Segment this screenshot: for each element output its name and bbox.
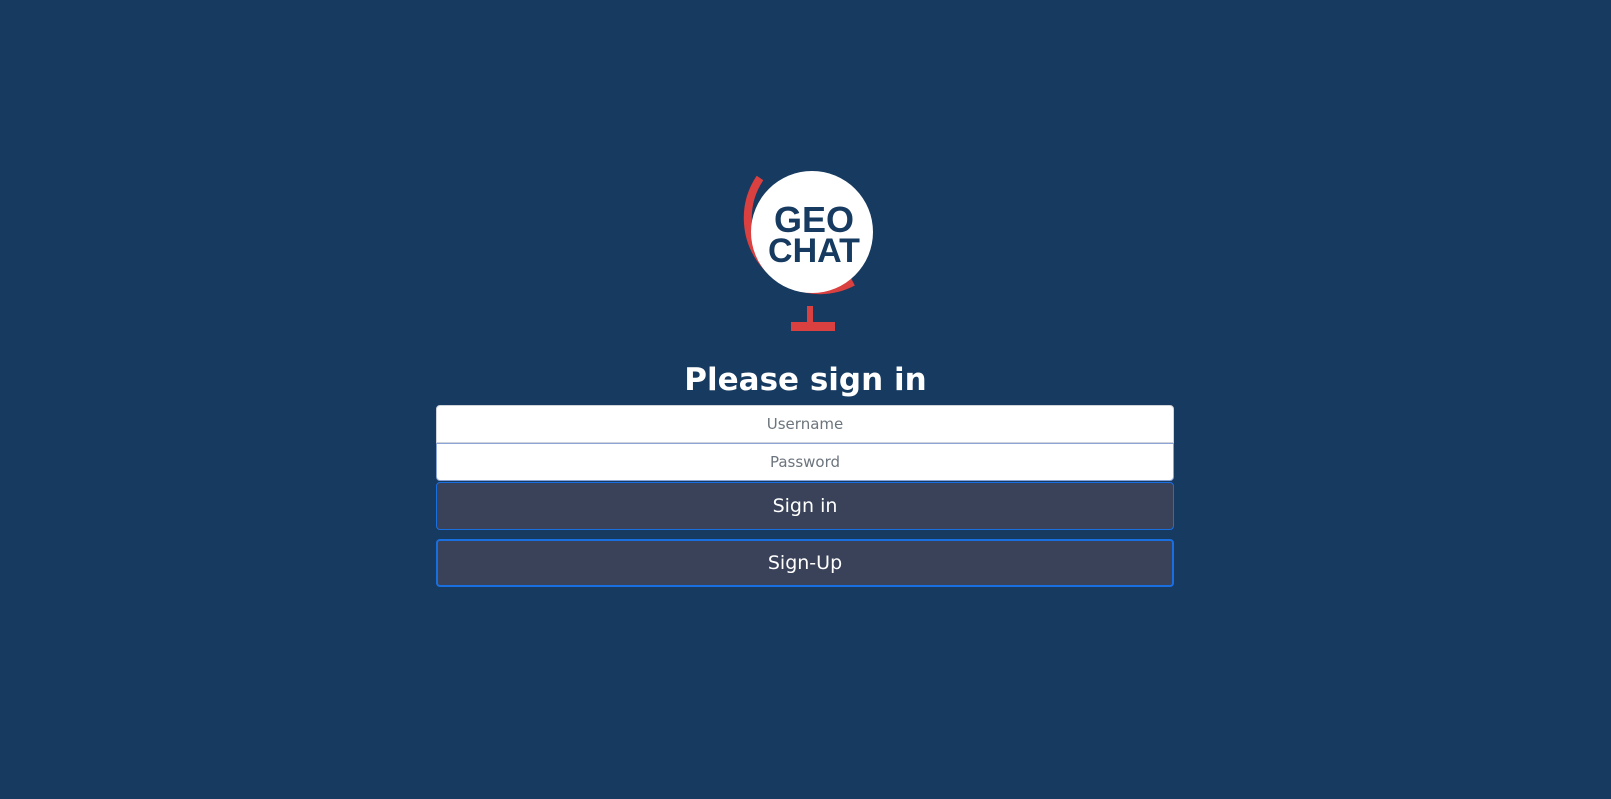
- login-page: GEO CHAT Please sign in Sign in Sign-Up: [0, 0, 1611, 799]
- sign-in-button[interactable]: Sign in: [436, 482, 1174, 530]
- password-input[interactable]: [436, 443, 1174, 481]
- globe-stem: [807, 306, 813, 324]
- username-input[interactable]: [436, 405, 1174, 443]
- geochat-logo: GEO CHAT: [743, 171, 873, 331]
- sign-up-button[interactable]: Sign-Up: [436, 539, 1174, 587]
- login-form: Sign in Sign-Up: [436, 405, 1174, 587]
- logo-text-chat: CHAT: [768, 232, 860, 270]
- page-title: Please sign in: [684, 362, 927, 398]
- globe-base: [791, 322, 835, 331]
